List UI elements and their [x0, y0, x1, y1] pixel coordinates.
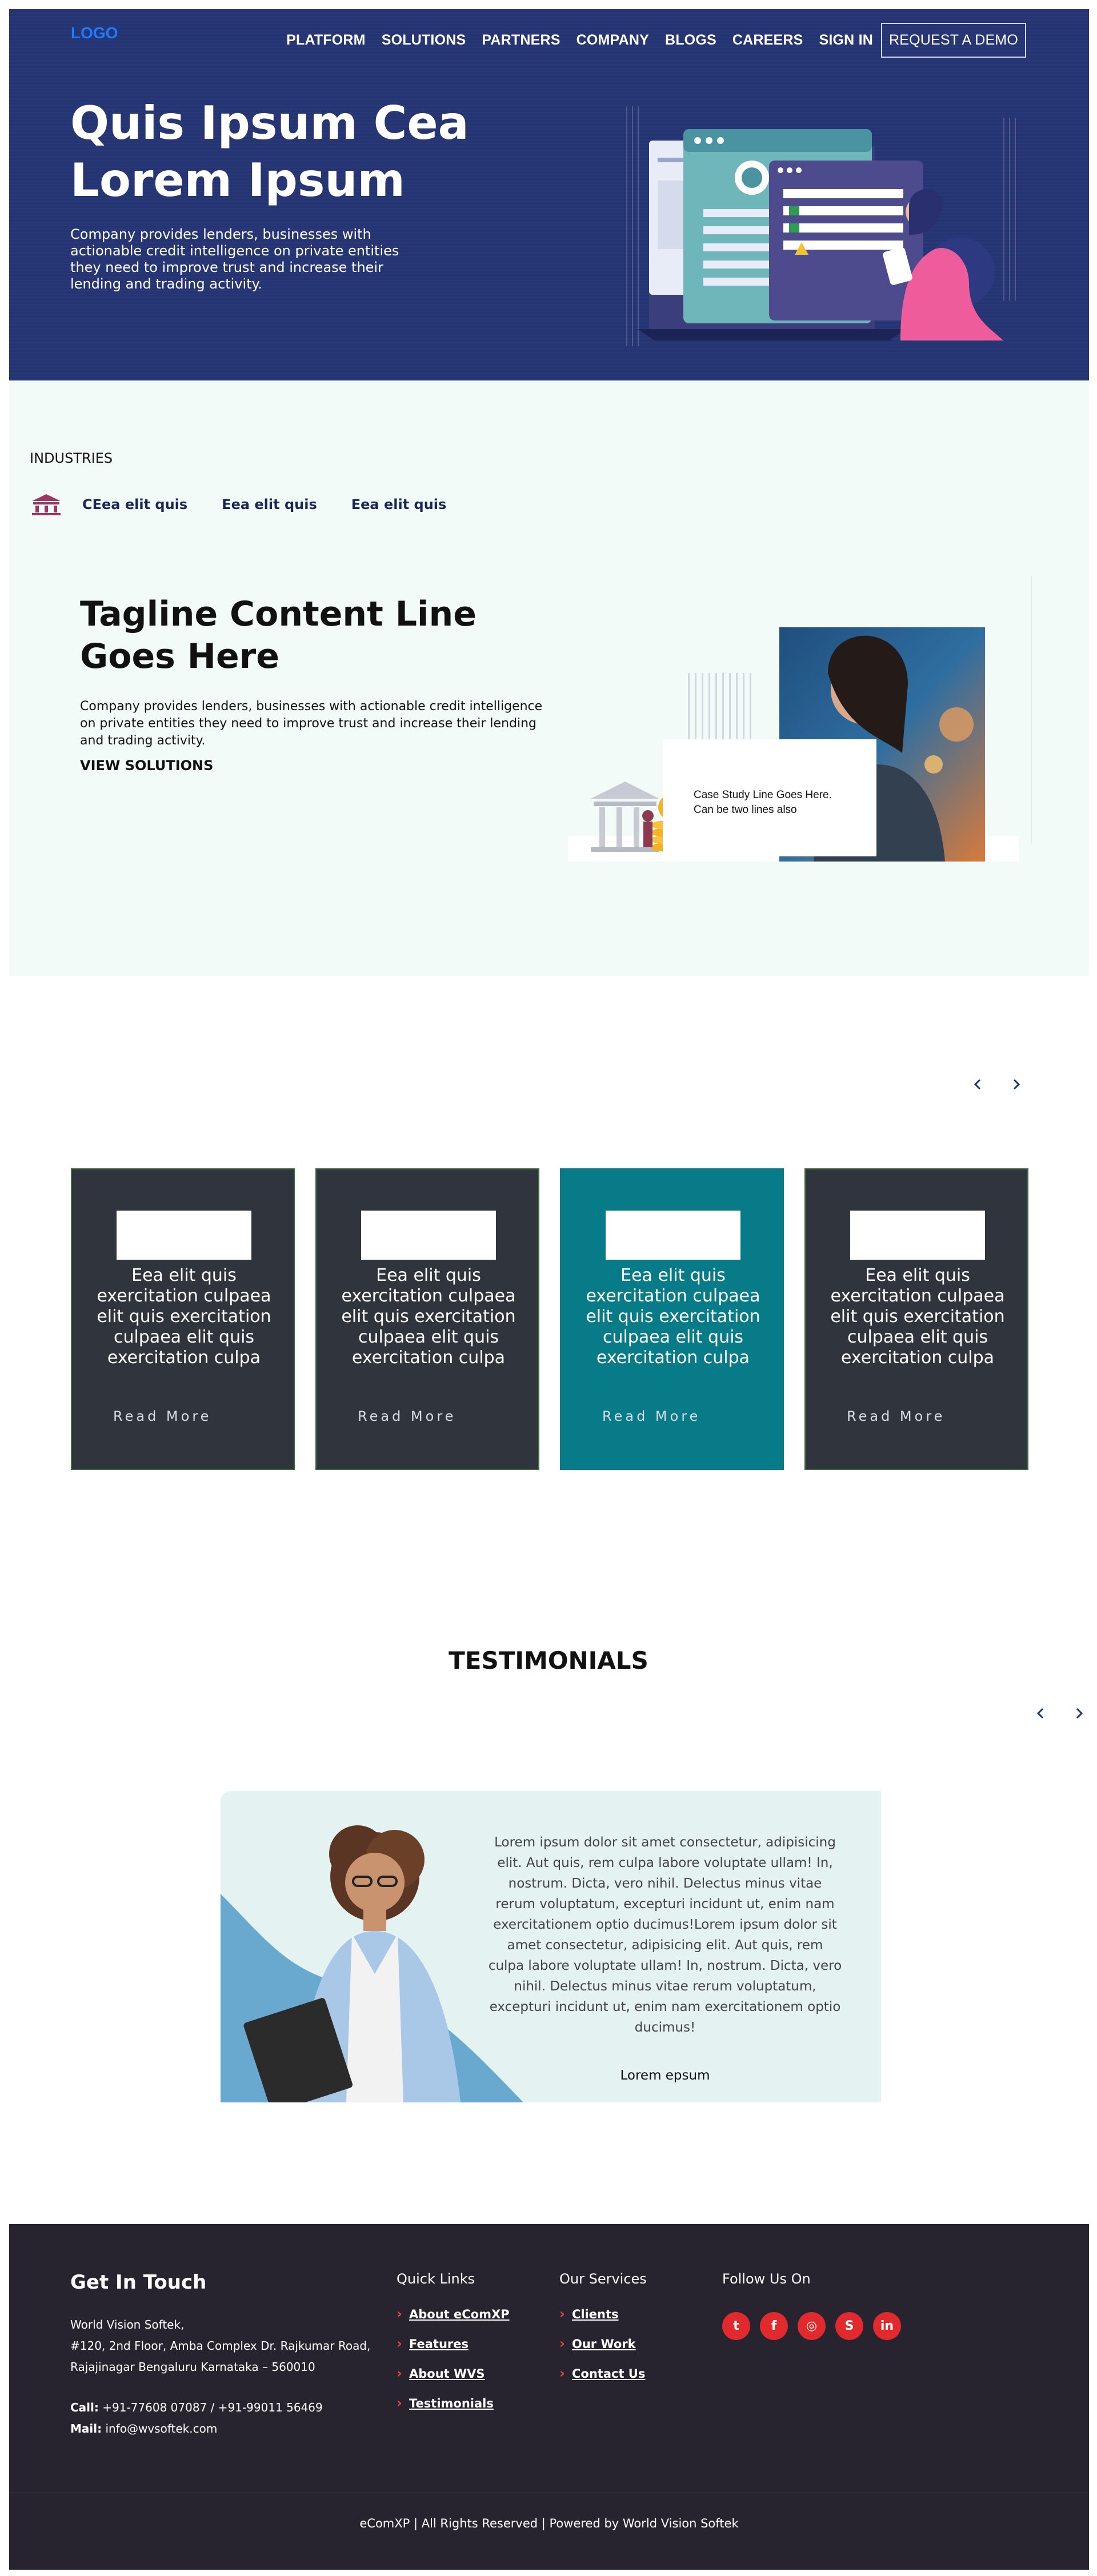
solution-cards: Eea elit quis exercitation culpaea elit …: [71, 1168, 1028, 1470]
nav-platform[interactable]: PLATFORM: [286, 32, 366, 49]
footer-link-features[interactable]: Features: [397, 2335, 510, 2351]
footer-link-about-ecomxp[interactable]: About eComXP: [397, 2306, 510, 2322]
social-links: t f ◎ S in: [722, 2312, 901, 2340]
card-title: Eea elit quis exercitation culpaea elit …: [97, 1265, 271, 1368]
card-thumbnail: [117, 1211, 251, 1260]
follow-title: Follow Us On: [722, 2271, 811, 2287]
read-more-link[interactable]: Read More: [602, 1408, 700, 1424]
chevron-left-icon[interactable]: [1034, 1706, 1048, 1720]
services-list: Clients Our Work Contact Us: [559, 2306, 645, 2397]
copyright-text: eComXP | All Rights Reserved | Powered b…: [359, 2517, 739, 2530]
contact-phone: Call: +91-77608 07087 / +91-99011 56469: [70, 2401, 323, 2414]
solution-card[interactable]: Eea elit quis exercitation culpaea elit …: [804, 1168, 1028, 1470]
nav-careers[interactable]: CAREERS: [732, 32, 803, 49]
page: LOGO PLATFORM SOLUTIONS PARTNERS COMPANY…: [0, 0, 1097, 2576]
hero-section: LOGO PLATFORM SOLUTIONS PARTNERS COMPANY…: [9, 9, 1089, 380]
contact-heading: Get In Touch: [70, 2271, 207, 2294]
nav-partners[interactable]: PARTNERS: [482, 32, 560, 49]
footer-link-our-work[interactable]: Our Work: [559, 2335, 645, 2351]
industry-tab-1[interactable]: CEea elit quis: [82, 496, 187, 512]
footer: Get In Touch World Vision Softek, #120, …: [9, 2224, 1089, 2570]
cards-carousel-controls: [971, 1077, 1023, 1091]
logo-link[interactable]: LOGO: [71, 24, 118, 42]
view-solutions-link[interactable]: VIEW SOLUTIONS: [80, 758, 213, 774]
nav-blogs[interactable]: BLOGS: [665, 32, 716, 49]
email-address[interactable]: info@wvsoftek.com: [105, 2422, 217, 2435]
card-title: Eea elit quis exercitation culpaea elit …: [830, 1265, 1005, 1368]
testimonial-quote: Lorem ipsum dolor sit amet consectetur, …: [488, 1835, 842, 2035]
footer-link-clients[interactable]: Clients: [559, 2306, 645, 2322]
chevron-right-icon[interactable]: [1072, 1706, 1086, 1720]
card-thumbnail: [850, 1211, 985, 1260]
contact-mail: Mail: info@wvsoftek.com: [70, 2422, 218, 2435]
services-title: Our Services: [559, 2271, 647, 2287]
industry-tab-3[interactable]: Eea elit quis: [351, 496, 447, 512]
phone-number[interactable]: +91-77608 07087 / +91-99011 56469: [102, 2401, 323, 2414]
footer-link-about-wvs[interactable]: About WVS: [397, 2365, 510, 2381]
instagram-icon[interactable]: ◎: [798, 2312, 826, 2340]
footer-link-testimonials[interactable]: Testimonials: [397, 2395, 510, 2411]
solution-card-active[interactable]: Eea elit quis exercitation culpaea elit …: [560, 1168, 784, 1470]
solution-card[interactable]: Eea elit quis exercitation culpaea elit …: [71, 1168, 295, 1470]
main-nav: PLATFORM SOLUTIONS PARTNERS COMPANY BLOG…: [286, 23, 1026, 58]
read-more-link[interactable]: Read More: [113, 1408, 211, 1424]
card-thumbnail: [606, 1211, 740, 1260]
testimonial-author: Lorem epsum: [620, 2068, 710, 2083]
industry-tabs: CEea elit quis Eea elit quis Eea elit qu…: [30, 493, 481, 516]
dashboard-illustration: [626, 106, 1016, 346]
quick-links-title: Quick Links: [397, 2271, 475, 2287]
nav-solutions[interactable]: SOLUTIONS: [382, 32, 466, 49]
quick-links-list: About eComXP Features About WVS Testimon…: [397, 2306, 510, 2426]
chevron-right-icon[interactable]: [1009, 1077, 1023, 1091]
company-name: World Vision Softek,: [70, 2318, 185, 2331]
hero-title: Quis Ipsum Cea Lorem Ipsum: [70, 97, 469, 207]
footer-link-contact-us[interactable]: Contact Us: [559, 2365, 645, 2381]
testimonials-heading: TESTIMONIALS: [449, 1646, 648, 1674]
nav-company[interactable]: COMPANY: [576, 32, 649, 49]
bank-icon[interactable]: [30, 493, 63, 516]
case-study-text: Case Study Line Goes Here. Can be two li…: [694, 789, 832, 816]
twitter-icon[interactable]: t: [722, 2312, 750, 2340]
contact-address: World Vision Softek, #120, 2nd Floor, Am…: [70, 2314, 390, 2439]
address-line-2: Rajajinagar Bengaluru Karnataka – 560010: [70, 2360, 315, 2374]
tagline-description: Company provides lenders, businesses wit…: [80, 699, 543, 748]
request-demo-button[interactable]: REQUEST A DEMO: [880, 23, 1026, 58]
tagline-title: Tagline Content Line Goes Here: [80, 594, 477, 676]
skype-icon[interactable]: S: [835, 2312, 863, 2340]
address-line-1: #120, 2nd Floor, Amba Complex Dr. Rajkum…: [70, 2339, 371, 2353]
read-more-link[interactable]: Read More: [847, 1408, 945, 1424]
read-more-link[interactable]: Read More: [358, 1408, 456, 1424]
card-title: Eea elit quis exercitation culpaea elit …: [341, 1265, 516, 1368]
card-title: Eea elit quis exercitation culpaea elit …: [586, 1265, 760, 1368]
card-thumbnail: [361, 1211, 496, 1260]
nav-sign-in[interactable]: SIGN IN: [819, 32, 873, 49]
facebook-icon[interactable]: f: [760, 2312, 788, 2340]
hero-description: Company provides lenders, businesses wit…: [70, 226, 399, 292]
solution-card[interactable]: Eea elit quis exercitation culpaea elit …: [315, 1168, 539, 1470]
chevron-left-icon[interactable]: [971, 1077, 985, 1091]
linkedin-icon[interactable]: in: [873, 2312, 901, 2340]
testimonials-carousel-controls: [1034, 1706, 1086, 1720]
industry-tab-2[interactable]: Eea elit quis: [222, 496, 317, 512]
industries-section: INDUSTRIES CEea elit quis Eea elit quis …: [9, 382, 1089, 976]
industries-label: INDUSTRIES: [30, 450, 113, 466]
